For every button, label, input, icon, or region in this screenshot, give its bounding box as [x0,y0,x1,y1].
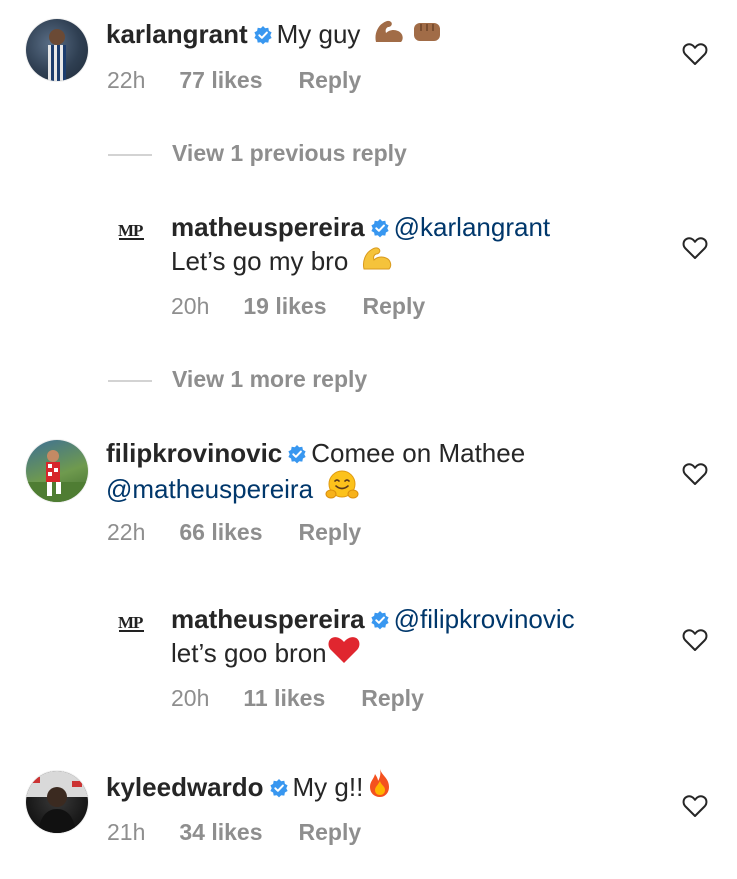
timestamp: 22h [107,67,146,93]
reply-button[interactable]: Reply [361,683,424,713]
view-previous-replies[interactable]: View 1 previous reply [108,138,407,168]
avatar-image [26,450,88,502]
timestamp: 21h [107,819,146,845]
reply-button[interactable]: Reply [299,817,362,847]
mention-link[interactable]: @matheuspereira [106,474,313,504]
avatar-matheuspereira-logo[interactable]: MP [118,216,158,246]
mention-link[interactable]: @karlangrant [394,212,550,242]
fire-icon [370,769,390,797]
comment-filipkrovinovic-line-2: @matheuspereira [106,469,360,506]
timestamp: 20h [171,293,210,319]
likes-count[interactable]: 34 likes [179,817,262,847]
oncoming-fist-icon [413,23,440,41]
like-heart-icon[interactable] [682,462,708,486]
verified-badge-icon [371,219,389,238]
comment-kyleedwardo-line: kyleedwardo My g!! [106,767,395,804]
timestamp: 22h [107,519,146,545]
username[interactable]: matheuspereira [171,604,365,634]
likes-count[interactable]: 66 likes [179,517,262,547]
reply-matheuspereira-2-line-1: matheuspereira @filipkrovinovic [171,602,575,636]
view-previous-label[interactable]: View 1 previous reply [172,140,407,166]
avatar-kyleedwardo[interactable] [26,771,88,833]
red-heart-icon [328,637,360,663]
reply-matheuspereira-line-1: matheuspereira @karlangrant [171,210,550,244]
avatar-image [48,29,66,81]
avatar-image [26,771,88,833]
reply-button[interactable]: Reply [299,65,362,95]
like-heart-icon[interactable] [682,236,708,260]
timestamp: 20h [171,685,210,711]
avatar-karlangrant[interactable] [26,19,88,81]
avatar-matheuspereira-logo[interactable]: MP [118,608,158,638]
like-heart-icon[interactable] [682,628,708,652]
comment-kyleedwardo-meta: 21h 34 likes Reply [107,817,361,847]
comment-text: My g!! [292,772,364,802]
verified-badge-icon [288,445,306,464]
view-more-replies[interactable]: View 1 more reply [108,364,367,394]
avatar-filipkrovinovic[interactable] [26,440,88,502]
flexed-biceps-icon [362,247,391,270]
likes-count[interactable]: 77 likes [179,65,262,95]
comment-text: Comee on Mathee [311,438,526,468]
reply-matheuspereira-2-meta: 20h 11 likes Reply [171,683,424,713]
view-more-label[interactable]: View 1 more reply [172,366,367,392]
mention-link[interactable]: @filipkrovinovic [394,604,575,634]
comment-filipkrovinovic-line-1: filipkrovinovic Comee on Mathee [106,436,525,470]
comment-text: My guy [276,19,361,49]
comment-text: let’s goo bron [171,638,327,668]
comment-karlangrant-line: karlangrant My guy [106,16,444,51]
username[interactable]: karlangrant [106,19,248,49]
reply-button[interactable]: Reply [299,517,362,547]
likes-count[interactable]: 11 likes [243,683,325,713]
reply-button[interactable]: Reply [363,291,426,321]
comment-karlangrant-meta: 22h 77 likes Reply [107,65,361,95]
verified-badge-icon [269,779,288,798]
reply-matheuspereira-2-line-2: let’s goo bron [171,635,361,670]
comment-filipkrovinovic-meta: 22h 66 likes Reply [107,517,361,547]
flexed-biceps-medium-dark-icon [375,20,403,42]
likes-count[interactable]: 19 likes [243,291,326,321]
username[interactable]: filipkrovinovic [106,438,282,468]
username[interactable]: kyleedwardo [106,772,264,802]
divider-line [108,379,152,382]
like-heart-icon[interactable] [682,794,708,818]
hugging-face-icon [325,470,359,499]
reply-matheuspereira-meta: 20h 19 likes Reply [171,291,425,321]
verified-badge-icon [254,26,272,45]
verified-badge-icon [371,611,389,630]
reply-matheuspereira-line-2: Let’s go my bro [171,243,394,278]
comment-text: Let’s go my bro [171,246,349,276]
username[interactable]: matheuspereira [171,212,365,242]
divider-line [108,153,152,156]
like-heart-icon[interactable] [682,42,708,66]
